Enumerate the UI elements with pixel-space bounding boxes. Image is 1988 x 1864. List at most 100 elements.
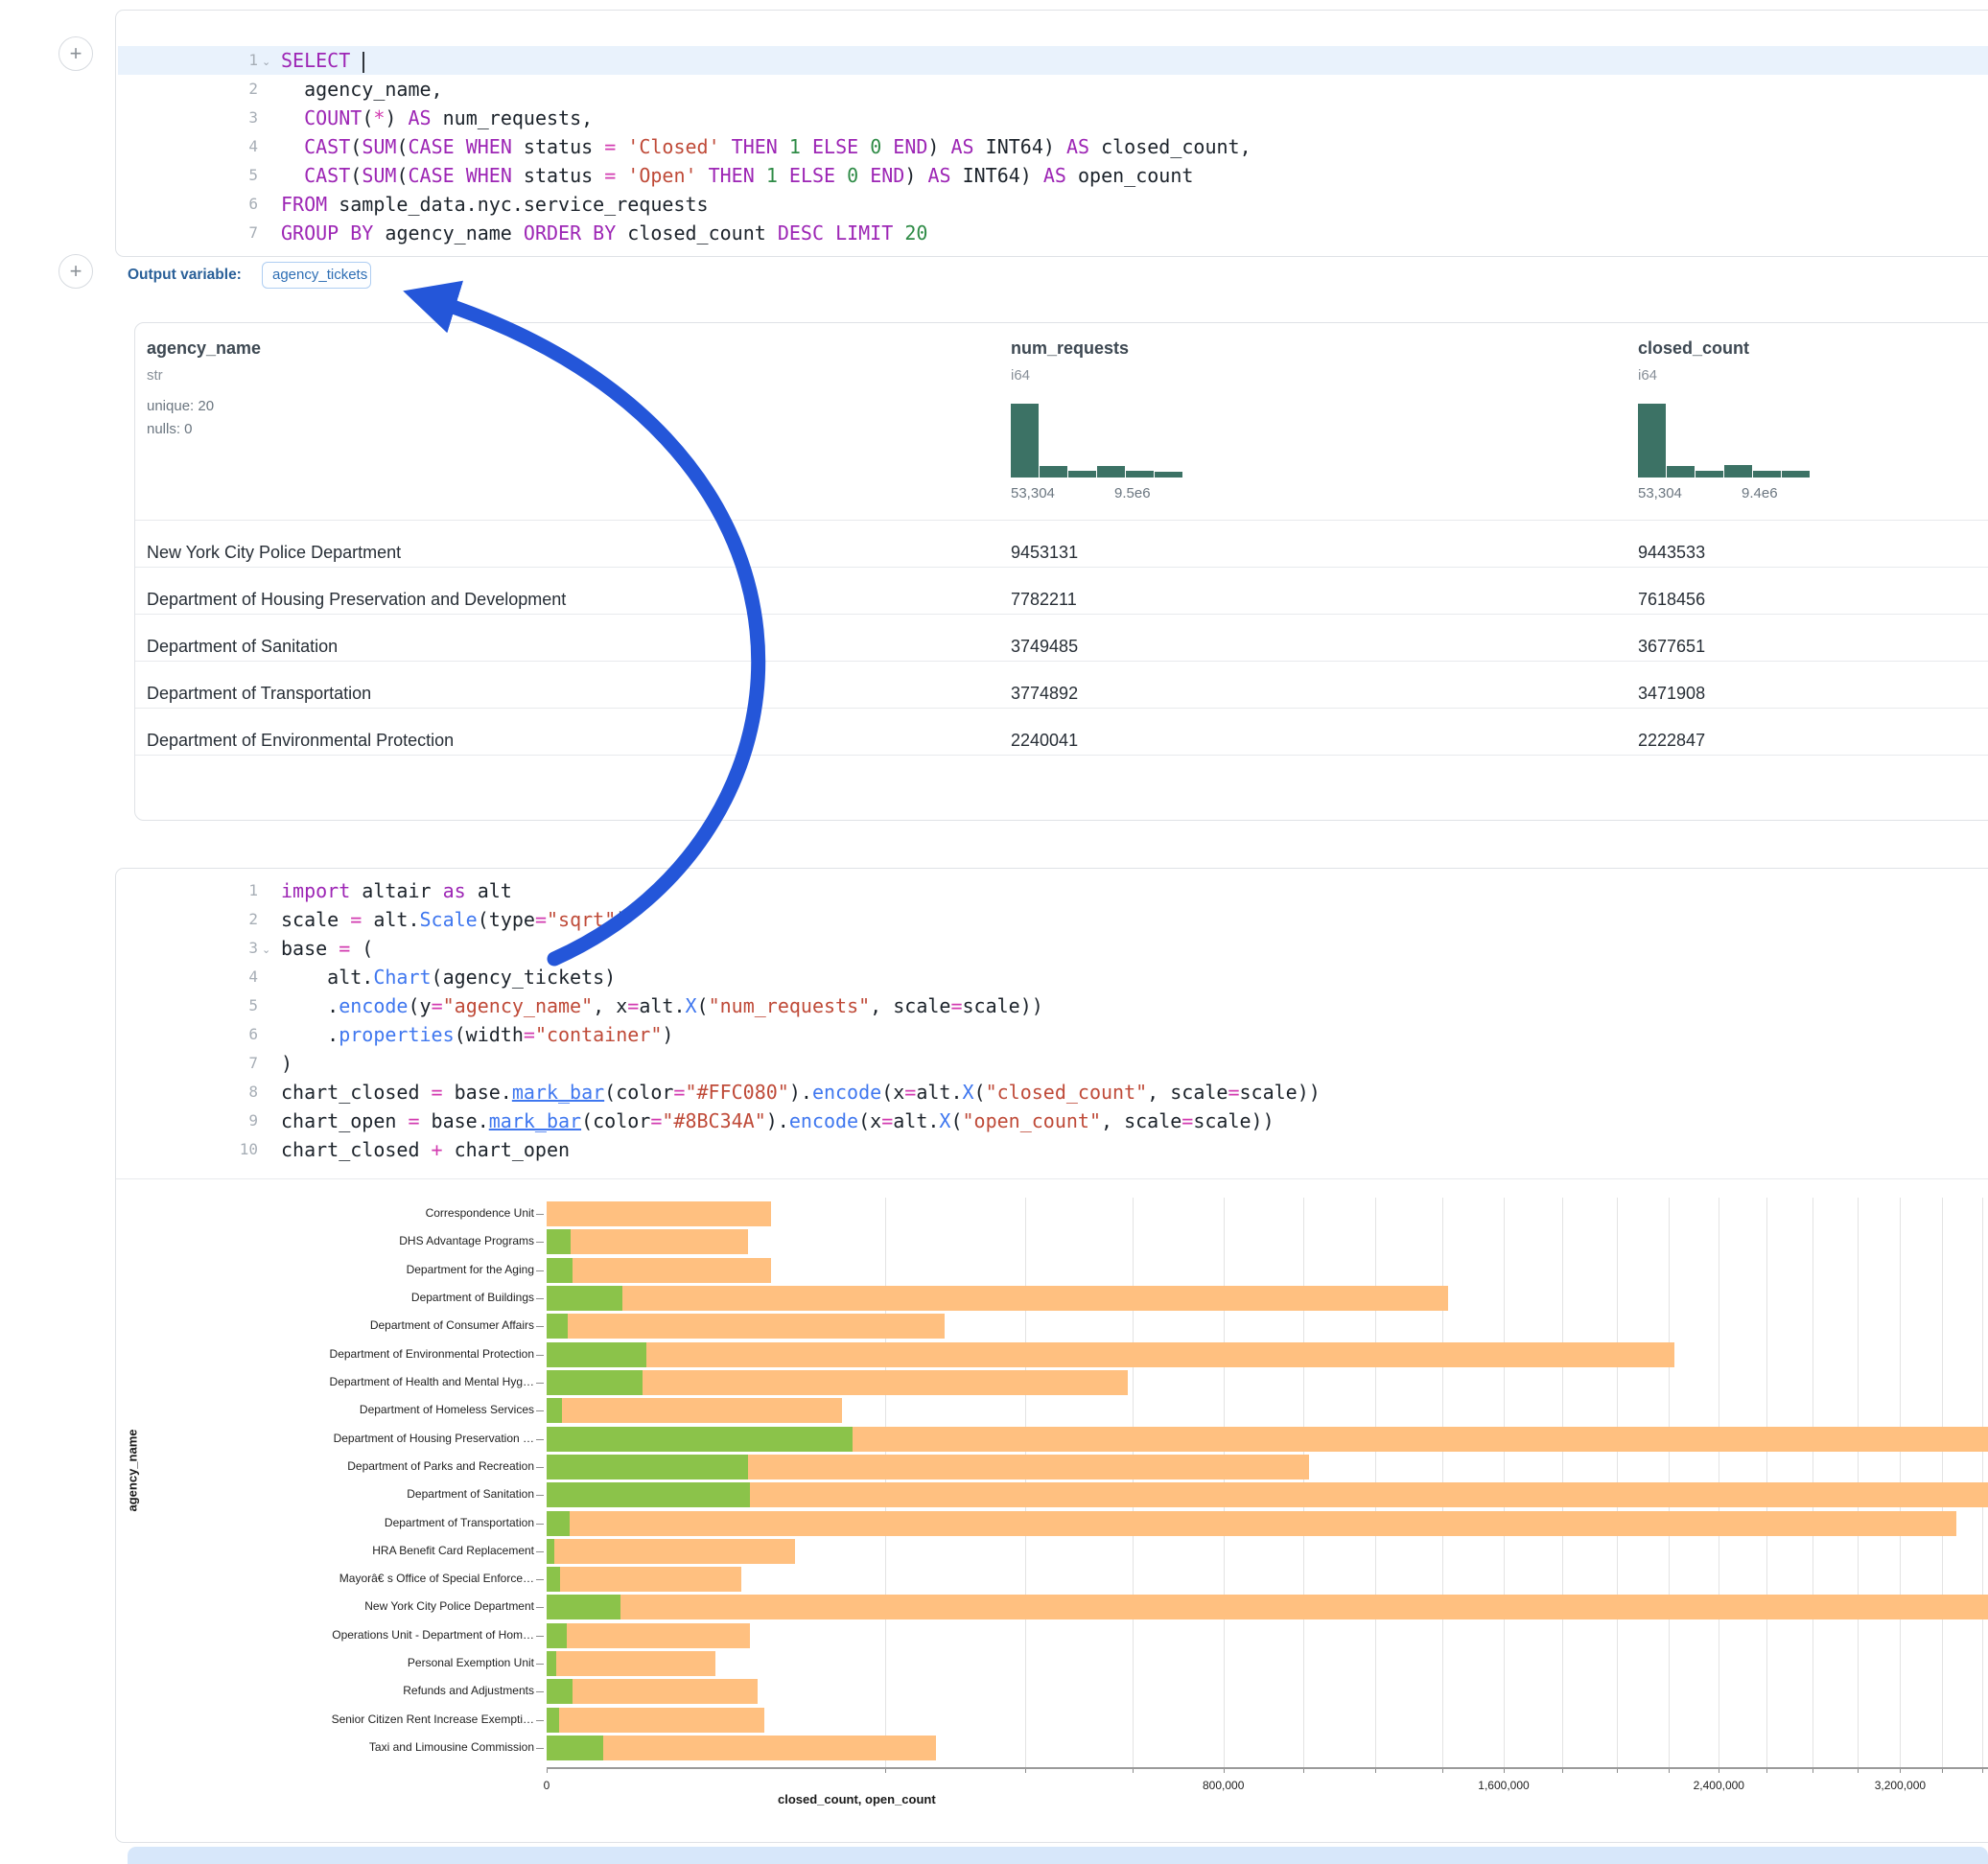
bar-open-count[interactable] xyxy=(547,1427,853,1452)
code-token: ELSE xyxy=(812,135,858,158)
bar-closed-count[interactable] xyxy=(547,1736,936,1760)
histogram-bar[interactable] xyxy=(1753,471,1781,478)
code-token: 1 xyxy=(766,164,778,187)
bar-closed-count[interactable] xyxy=(547,1229,748,1254)
line-number: 3 xyxy=(220,104,258,132)
bar-open-count[interactable] xyxy=(547,1623,567,1648)
row-separator xyxy=(135,708,1988,709)
code-token: scale)) xyxy=(1240,1081,1321,1104)
histogram-bar[interactable] xyxy=(1667,466,1695,478)
code-token: ( xyxy=(350,937,373,960)
bar-open-count[interactable] xyxy=(547,1539,554,1564)
histogram-bar[interactable] xyxy=(1126,471,1154,478)
collapse-chevron-icon[interactable]: ⌄ xyxy=(262,936,275,965)
bar-open-count[interactable] xyxy=(547,1342,646,1367)
bar-open-count[interactable] xyxy=(547,1595,620,1619)
bar-open-count[interactable] xyxy=(547,1314,568,1339)
row-separator xyxy=(135,661,1988,662)
line-number: 6 xyxy=(220,1020,258,1049)
bar-open-count[interactable] xyxy=(547,1651,556,1676)
bar-open-count[interactable] xyxy=(547,1229,571,1254)
row-separator xyxy=(135,755,1988,756)
bar-closed-count[interactable] xyxy=(547,1286,1448,1311)
output-variable-value: agency_tickets xyxy=(272,267,367,283)
column-header[interactable]: closed_count xyxy=(1638,338,1749,359)
histogram-bar[interactable] xyxy=(1696,471,1723,478)
code-token: "open_count" xyxy=(963,1109,1102,1132)
histogram-bar[interactable] xyxy=(1040,466,1067,478)
code-token: open_count xyxy=(1066,164,1193,187)
histogram-bar[interactable] xyxy=(1724,465,1752,478)
column-type: i64 xyxy=(1011,367,1030,384)
code-token: . xyxy=(281,994,339,1017)
output-variable-pill[interactable]: agency_tickets xyxy=(262,262,371,289)
code-token: . xyxy=(281,1023,339,1046)
code-token: sample_data.nyc.service_requests xyxy=(327,193,708,216)
code-token: BY xyxy=(593,221,616,245)
histogram-bar[interactable] xyxy=(1068,471,1096,478)
bar-closed-count[interactable] xyxy=(547,1567,741,1592)
code-token xyxy=(455,135,466,158)
y-axis-label: Department for the Aging xyxy=(131,1263,534,1276)
bar-open-count[interactable] xyxy=(547,1286,622,1311)
bar-open-count[interactable] xyxy=(547,1736,603,1760)
bar-closed-count[interactable] xyxy=(547,1511,1956,1536)
code-token: alt. xyxy=(893,1109,939,1132)
histogram-bar[interactable] xyxy=(1155,472,1182,478)
bar-open-count[interactable] xyxy=(547,1511,570,1536)
histogram-bar[interactable] xyxy=(1011,404,1039,478)
code-token: alt. xyxy=(639,994,685,1017)
bar-open-count[interactable] xyxy=(547,1708,559,1733)
y-axis-label: HRA Benefit Card Replacement xyxy=(131,1544,534,1557)
code-line: SELECT xyxy=(281,46,364,75)
bar-closed-count[interactable] xyxy=(547,1258,771,1283)
code-token xyxy=(858,164,870,187)
bar-closed-count[interactable] xyxy=(547,1708,764,1733)
x-axis-line xyxy=(547,1767,1988,1769)
histogram-bar[interactable] xyxy=(1638,404,1666,478)
python-cell: 1import altair as alt2scale = alt.Scale(… xyxy=(115,868,1988,1843)
bar-closed-count[interactable] xyxy=(547,1398,842,1423)
code-token: agency_name xyxy=(373,221,524,245)
column-header[interactable]: agency_name xyxy=(147,338,261,359)
code-line: .encode(y="agency_name", x=alt.X("num_re… xyxy=(281,991,1043,1020)
bar-closed-count[interactable] xyxy=(547,1623,750,1648)
column-header[interactable]: num_requests xyxy=(1011,338,1129,359)
bar-open-count[interactable] xyxy=(547,1370,643,1395)
code-token: (color xyxy=(581,1109,650,1132)
cell-closed-count: 9443533 xyxy=(1638,543,1705,563)
code-line: .properties(width="container") xyxy=(281,1020,673,1049)
histogram-bar[interactable] xyxy=(1097,466,1125,478)
y-axis-tick xyxy=(536,1720,544,1721)
bar-open-count[interactable] xyxy=(547,1398,562,1423)
histogram-bar[interactable] xyxy=(1782,471,1810,478)
bar-open-count[interactable] xyxy=(547,1455,748,1480)
bar-closed-count[interactable] xyxy=(547,1651,715,1676)
code-token: AS xyxy=(1066,135,1089,158)
code-token: CASE xyxy=(408,135,454,158)
bar-closed-count[interactable] xyxy=(547,1539,795,1564)
column-stats: nulls: 0 xyxy=(147,421,193,437)
add-cell-button[interactable]: + xyxy=(58,36,93,71)
bar-open-count[interactable] xyxy=(547,1567,560,1592)
cell-closed-count: 3471908 xyxy=(1638,684,1705,704)
bar-closed-count[interactable] xyxy=(547,1595,1988,1619)
bar-closed-count[interactable] xyxy=(547,1679,758,1704)
bar-closed-count[interactable] xyxy=(547,1201,771,1226)
row-separator xyxy=(135,614,1988,615)
add-cell-button[interactable]: + xyxy=(58,254,93,289)
code-token: ( xyxy=(350,135,362,158)
bar-closed-count[interactable] xyxy=(547,1342,1674,1367)
y-axis-label: Department of Parks and Recreation xyxy=(131,1459,534,1473)
bar-open-count[interactable] xyxy=(547,1258,573,1283)
bar-open-count[interactable] xyxy=(547,1679,573,1704)
bar-open-count[interactable] xyxy=(547,1482,750,1507)
bar-closed-count[interactable] xyxy=(547,1482,1988,1507)
code-token: alt. xyxy=(916,1081,962,1104)
code-token xyxy=(893,221,904,245)
code-token xyxy=(350,49,362,72)
collapse-chevron-icon[interactable]: ⌄ xyxy=(262,48,275,77)
bar-closed-count[interactable] xyxy=(547,1314,945,1339)
next-cell-indicator[interactable] xyxy=(128,1847,1988,1864)
sql-code-editor[interactable]: 1⌄SELECT 2 agency_name,3 COUNT(*) AS num… xyxy=(116,11,1988,256)
